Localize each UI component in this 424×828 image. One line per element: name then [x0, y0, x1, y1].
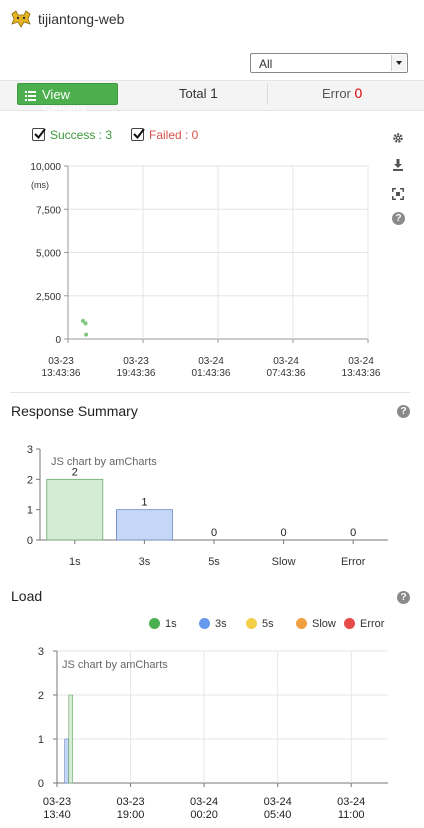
error-value: 0 [354, 85, 363, 101]
stats-divider [267, 83, 268, 105]
view-servers-button[interactable]: View Servers [17, 83, 118, 117]
app-header: tijiantong-web [0, 0, 424, 40]
x-tick-label: Error [341, 556, 366, 568]
server-filter-value: All [259, 57, 273, 71]
y-tick-label: 0 [27, 535, 33, 547]
gear-icon[interactable] [392, 131, 404, 143]
response-summary-title: Response Summary [11, 403, 138, 419]
checkmark-icon [133, 128, 145, 140]
load-title: Load [11, 588, 43, 604]
x-tick-label-time: 13:40 [43, 809, 71, 821]
app-title: tijiantong-web [38, 11, 125, 27]
legend-label-1s[interactable]: 1s [165, 618, 177, 630]
x-tick-label-date: 03-23 [123, 356, 149, 367]
x-tick-label-date: 03-23 [43, 796, 71, 808]
x-tick-label-date: 03-24 [198, 356, 224, 367]
total-value: 1 [210, 85, 218, 101]
x-tick-label-date: 03-24 [264, 796, 292, 808]
x-tick-label-time: 01:43:36 [192, 368, 231, 379]
total-stat: Total 1 [179, 85, 218, 101]
tomcat-icon [10, 10, 32, 28]
x-tick-label-time: 13:43:36 [342, 368, 381, 379]
y-tick-label: 1 [38, 734, 44, 746]
legend-label-error[interactable]: Error [360, 618, 384, 630]
legend-dot-3s[interactable] [199, 618, 210, 629]
x-tick-label-time: 19:43:36 [117, 368, 156, 379]
bar-value-label: 2 [72, 466, 78, 478]
total-label: Total [179, 86, 207, 101]
y-tick-label: 2,500 [36, 292, 61, 303]
bar-1s [68, 694, 74, 784]
x-tick-label: 1s [69, 556, 81, 568]
y-axis-label: (ms) [31, 180, 49, 190]
failed-checkbox[interactable] [131, 128, 145, 141]
failed-legend-label: Failed : 0 [149, 128, 199, 142]
bar-value-label: 0 [350, 527, 356, 539]
legend-dot-error[interactable] [344, 618, 355, 629]
x-tick-label-date: 03-24 [273, 356, 299, 367]
x-tick-label-time: 07:43:36 [267, 368, 306, 379]
bar [116, 509, 173, 541]
checkmark-icon [34, 128, 46, 140]
y-tick-label: 10,000 [30, 162, 61, 173]
server-filter-select[interactable]: All [250, 53, 408, 73]
legend-label-3s[interactable]: 3s [215, 618, 227, 630]
error-label: Error [322, 86, 351, 101]
help-icon[interactable]: ? [397, 591, 410, 604]
load-chart[interactable]: 012303-2313:4003-2319:0003-2400:2003-240… [0, 643, 424, 828]
x-tick-label-time: 11:00 [338, 809, 365, 821]
error-stat: Error 0 [322, 85, 362, 101]
y-tick-label: 5,000 [36, 249, 61, 260]
y-tick-label: 2 [27, 474, 33, 486]
chart-watermark: JS chart by amCharts [62, 659, 168, 671]
success-checkbox[interactable] [32, 128, 46, 141]
legend-label-slow[interactable]: Slow [312, 618, 336, 630]
y-tick-label: 2 [38, 690, 44, 702]
x-tick-label-time: 05:40 [264, 809, 292, 821]
list-icon [25, 89, 36, 101]
legend-label-5s[interactable]: 5s [262, 618, 274, 630]
success-legend-label: Success : 3 [50, 128, 113, 142]
chart-watermark: JS chart by amCharts [51, 456, 157, 468]
section-divider [10, 392, 410, 393]
bar [46, 478, 104, 541]
x-tick-label-date: 03-23 [116, 796, 144, 808]
legend-dot-5s[interactable] [246, 618, 257, 629]
bar-value-label: 1 [141, 497, 147, 509]
y-tick-label: 0 [38, 778, 44, 790]
y-tick-label: 0 [55, 335, 61, 346]
bar-value-label: 0 [211, 527, 217, 539]
legend-dot-slow[interactable] [296, 618, 307, 629]
view-servers-label: View Servers [42, 87, 87, 117]
y-tick-label: 3 [38, 646, 44, 658]
y-tick-label: 3 [27, 444, 33, 456]
scatter-point [83, 321, 88, 326]
help-icon[interactable]: ? [397, 405, 410, 418]
x-tick-label-time: 00:20 [190, 809, 218, 821]
x-tick-label-date: 03-24 [348, 356, 374, 367]
x-tick-label-date: 03-24 [190, 796, 218, 808]
x-tick-label-time: 19:00 [117, 809, 145, 821]
x-tick-label-date: 03-24 [337, 796, 365, 808]
x-tick-label: Slow [272, 556, 296, 568]
y-tick-label: 7,500 [36, 205, 61, 216]
x-tick-label-date: 03-23 [48, 356, 74, 367]
x-tick-label-time: 13:43:36 [42, 368, 81, 379]
scatter-point [84, 332, 89, 337]
legend-dot-1s[interactable] [149, 618, 160, 629]
chevron-down-icon [391, 55, 406, 71]
x-tick-label: 5s [208, 556, 220, 568]
x-tick-label: 3s [139, 556, 151, 568]
response-scatter-chart[interactable]: 02,5005,0007,50010,000(ms)03-2313:43:360… [0, 150, 424, 385]
bar-3s [64, 738, 69, 784]
response-summary-chart[interactable]: 0123JS chart by amCharts21s13s05s0Slow0E… [0, 440, 424, 570]
y-tick-label: 1 [27, 505, 33, 517]
bar-value-label: 0 [281, 527, 287, 539]
